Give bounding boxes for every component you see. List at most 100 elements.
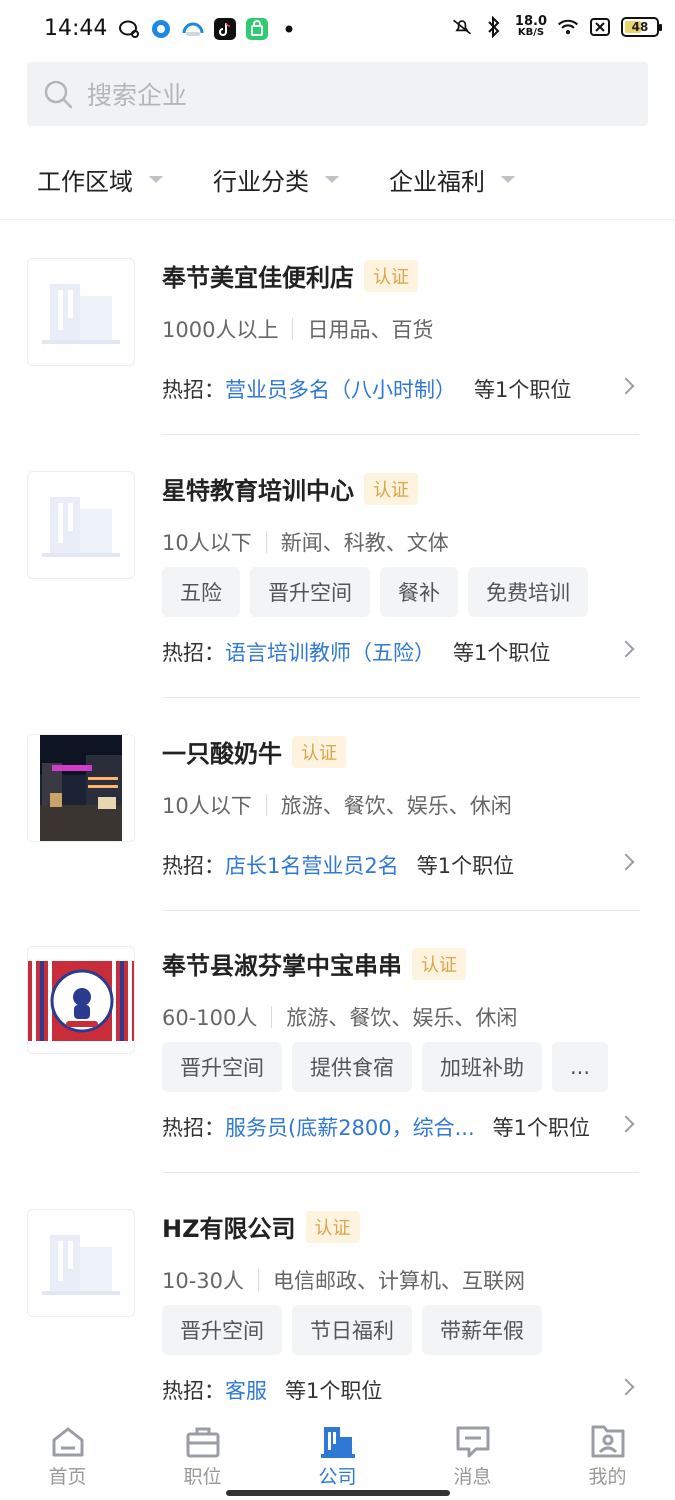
company-logo-placeholder <box>27 1209 135 1317</box>
hot-job-link[interactable]: 服务员(底薪2800，综合... <box>225 1112 475 1142</box>
company-size: 10人以下 <box>162 531 252 555</box>
hot-prefix: 热招： <box>162 1116 225 1140</box>
company-name-row: 星特教育培训中心 认证 <box>162 471 418 506</box>
hot-job-link[interactable]: 店长1名营业员2名 <box>225 850 399 880</box>
caret-down-icon <box>501 176 515 183</box>
company-size: 1000人以上 <box>162 318 279 342</box>
company-size: 60-100人 <box>162 1006 258 1030</box>
chevron-right-icon[interactable] <box>617 377 635 395</box>
message-icon <box>456 1426 489 1458</box>
company-name-row: HZ有限公司 认证 <box>162 1209 360 1244</box>
benefit-tag: 晋升空间 <box>162 1305 282 1355</box>
building-placeholder-icon <box>42 284 120 344</box>
hot-jobs: 热招： 服务员(底薪2800，综合... 等1个职位 <box>162 1112 590 1142</box>
company-name: 星特教育培训中心 <box>162 477 354 505</box>
nav-jobs[interactable]: 职位 <box>135 1412 270 1500</box>
nav-label: 公司 <box>318 1466 357 1488</box>
company-size: 10-30人 <box>162 1269 245 1293</box>
chevron-right-icon[interactable] <box>617 1378 635 1396</box>
filter-work-area[interactable]: 工作区域 <box>37 162 163 197</box>
system-icons: 18.0 KB/S 48 <box>451 15 662 38</box>
nav-label: 职位 <box>183 1466 222 1488</box>
company-industry: 旅游、餐饮、娱乐、休闲 <box>280 794 512 818</box>
benefit-tags: 晋升空间 节日福利 带薪年假 <box>162 1305 542 1355</box>
hot-jobs: 热招： 店长1名营业员2名 等1个职位 <box>162 850 514 880</box>
filter-label: 行业分类 <box>213 168 309 196</box>
company-size: 10人以下 <box>162 794 252 818</box>
net-speed-unit: KB/S <box>517 27 545 38</box>
filter-label: 工作区域 <box>37 168 133 196</box>
company-name-row: 奉节美宜佳便利店 认证 <box>162 258 418 293</box>
meta-divider <box>271 1006 273 1028</box>
hot-prefix: 热招： <box>162 1379 225 1403</box>
company-meta: 60-100人 旅游、餐饮、娱乐、休闲 <box>162 1002 517 1032</box>
benefit-tag: 晋升空间 <box>250 567 370 617</box>
caret-down-icon <box>325 176 339 183</box>
divider <box>162 697 639 698</box>
meta-divider <box>265 531 267 553</box>
verified-badge: 认证 <box>305 1210 360 1243</box>
benefit-tag: 晋升空间 <box>162 1042 282 1092</box>
hot-prefix: 热招： <box>162 854 225 878</box>
company-name: 奉节县淑芬掌中宝串串 <box>162 952 402 980</box>
wifi-icon <box>557 16 579 38</box>
company-industry: 旅游、餐饮、娱乐、休闲 <box>286 1006 518 1030</box>
benefit-tag-more[interactable]: ... <box>552 1042 609 1092</box>
hot-job-link[interactable]: 营业员多名（八小时制） <box>225 374 456 404</box>
net-speed: 18.0 KB/S <box>515 15 547 38</box>
benefit-tag: 餐补 <box>380 567 458 617</box>
browser-notification-icon <box>182 18 204 40</box>
benefit-tag: 节日福利 <box>292 1305 412 1355</box>
bottom-nav: 首页 职位 公司 消息 我的 <box>0 1412 675 1500</box>
chevron-right-icon[interactable] <box>617 640 635 658</box>
search-placeholder: 搜索企业 <box>87 81 188 110</box>
filter-bar: 工作区域 行业分类 企业福利 <box>0 140 675 220</box>
nav-profile[interactable]: 我的 <box>540 1412 675 1500</box>
mute-icon <box>451 16 473 38</box>
notification-icons <box>118 18 300 40</box>
nav-company[interactable]: 公司 <box>270 1412 405 1500</box>
battery-level: 48 <box>631 20 649 34</box>
battery-icon: 48 <box>621 17 662 37</box>
home-icon <box>52 1427 83 1457</box>
benefit-tag: 带薪年假 <box>422 1305 542 1355</box>
building-placeholder-icon <box>42 1235 120 1295</box>
company-industry: 电信邮政、计算机、互联网 <box>273 1269 526 1293</box>
company-logo-photo <box>27 734 135 842</box>
company-name: HZ有限公司 <box>162 1215 296 1243</box>
home-indicator[interactable] <box>226 1490 450 1496</box>
meta-divider <box>258 1269 260 1291</box>
hot-job-link[interactable]: 客服 <box>225 1375 267 1405</box>
nav-home[interactable]: 首页 <box>0 1412 135 1500</box>
profile-icon <box>591 1425 624 1458</box>
meta-divider <box>265 794 267 816</box>
filter-industry[interactable]: 行业分类 <box>213 162 339 197</box>
hot-jobs: 热招： 营业员多名（八小时制） 等1个职位 <box>162 374 571 404</box>
company-meta: 10-30人 电信邮政、计算机、互联网 <box>162 1265 525 1295</box>
app-notification-icon <box>150 18 172 40</box>
hot-suffix: 等1个职位 <box>474 378 572 402</box>
hot-job-link[interactable]: 语言培训教师（五险） <box>225 637 435 667</box>
chevron-right-icon[interactable] <box>617 1115 635 1133</box>
verified-badge: 认证 <box>412 947 466 980</box>
nav-messages[interactable]: 消息 <box>405 1412 540 1500</box>
hot-suffix: 等1个职位 <box>416 854 515 878</box>
no-sim-icon <box>589 16 611 38</box>
divider <box>162 910 639 911</box>
benefit-tag: 免费培训 <box>468 567 588 617</box>
search-input[interactable]: 搜索企业 <box>27 62 648 126</box>
benefit-tags: 晋升空间 提供食宿 加班补助 ... <box>162 1042 609 1092</box>
hot-prefix: 热招： <box>162 378 225 402</box>
nav-label: 首页 <box>48 1466 87 1488</box>
status-bar: 14:44 18.0 KB/S 48 <box>0 0 675 60</box>
building-placeholder-icon <box>42 497 120 557</box>
company-meta: 10人以下 旅游、餐饮、娱乐、休闲 <box>162 790 512 820</box>
filter-benefits[interactable]: 企业福利 <box>389 162 515 197</box>
chevron-right-icon[interactable] <box>617 853 635 871</box>
company-meta: 1000人以上 日用品、百货 <box>162 314 433 344</box>
company-logo-placeholder <box>27 471 135 579</box>
benefit-tags: 五险 晋升空间 餐补 免费培训 <box>162 567 588 617</box>
hot-jobs: 热招： 客服 等1个职位 <box>162 1375 382 1405</box>
shopping-icon <box>246 18 268 40</box>
nav-label: 消息 <box>453 1466 492 1488</box>
